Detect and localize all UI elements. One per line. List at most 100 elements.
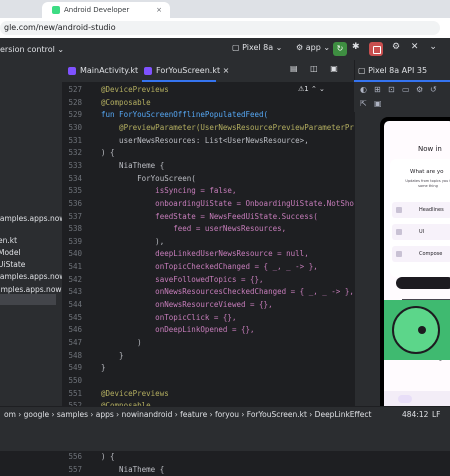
tab-label: ForYouScreen.kt	[156, 66, 220, 75]
code-line[interactable]: feedState = NewsFeedUiState.Success(	[101, 211, 318, 224]
line-number: 537	[35, 211, 82, 224]
code-line[interactable]: NiaTheme {	[101, 464, 164, 476]
url-field[interactable]: gle.com/new/android-studio	[0, 21, 440, 35]
stop-icon	[373, 46, 381, 54]
code-line[interactable]: @DevicePreviews	[101, 84, 169, 97]
code-line[interactable]: onTopicCheckedChanged = { _, _ -> },	[101, 261, 318, 274]
line-number: 551	[35, 388, 82, 401]
code-line[interactable]: saveFollowedTopics = {},	[101, 274, 264, 287]
line-number: 534	[35, 173, 82, 186]
android-logo-icon	[52, 6, 60, 14]
ide-toolbar: ersion control ⌄ ▢ Pixel 8a ⌄ ⚙ app ⌄ ↻ …	[0, 38, 450, 61]
line-number: 533	[35, 160, 82, 173]
toolbar-icons[interactable]: ⚙ ✕ ⌄	[392, 42, 441, 52]
browser-tab-title: Android Developer	[64, 2, 129, 18]
code-line[interactable]: onNewsResourcesCheckedChanged = { _, _ -…	[101, 286, 354, 299]
topic-chip[interactable]: UI	[392, 224, 450, 240]
inspection-hints[interactable]: ⚠1 ⌃ ⌄	[298, 85, 325, 93]
apply-changes-icon[interactable]: ↻	[333, 42, 347, 56]
line-number: 541	[35, 261, 82, 274]
code-line[interactable]: onboardingUiState = OnboardingUiState.No…	[101, 198, 367, 211]
topic-icon	[396, 207, 402, 213]
tab-label: MainActivity.kt	[80, 66, 138, 75]
version-control-menu[interactable]: ersion control ⌄	[0, 45, 64, 54]
code-line[interactable]: }	[101, 362, 106, 375]
browser-tab-bar: Android Developer ×	[0, 0, 450, 18]
code-line[interactable]: ) {	[101, 147, 115, 160]
toolbar-icon[interactable]: ▭	[402, 85, 410, 94]
tab-running-device[interactable]: ▢ Pixel 8a API 35	[358, 60, 438, 82]
tab-foryouscreen[interactable]: ForYouScreen.kt ×	[144, 60, 229, 82]
line-number: 542	[35, 274, 82, 287]
close-tab-icon[interactable]: ×	[156, 2, 162, 18]
code-line[interactable]: ),	[101, 236, 164, 249]
line-number: 550	[35, 375, 82, 388]
device-selector[interactable]: ▢ Pixel 8a ⌄	[232, 43, 282, 52]
code-line[interactable]: )	[101, 337, 142, 350]
debug-icon[interactable]: ✱	[352, 42, 360, 52]
toolbar-icon[interactable]: ⊞	[374, 85, 381, 94]
line-number: 548	[35, 350, 82, 363]
project-tree-item-selected[interactable]: en.kt	[0, 235, 17, 246]
code-line[interactable]: NiaTheme {	[101, 160, 164, 173]
line-number: 540	[35, 248, 82, 261]
project-tree-item[interactable]: Model	[0, 247, 21, 258]
line-number: 539	[35, 236, 82, 249]
project-tree-item[interactable]: UiState	[0, 259, 25, 270]
caret-position[interactable]: 484:12	[402, 410, 428, 419]
url-text: gle.com/new/android-studio	[4, 21, 116, 35]
line-number: 536	[35, 198, 82, 211]
topic-icon	[396, 251, 402, 257]
code-line[interactable]: @Composable	[101, 97, 151, 110]
line-number: 543	[35, 286, 82, 299]
code-line[interactable]: }	[101, 350, 124, 363]
news-illustration	[384, 300, 450, 360]
editor-view-mode-icons[interactable]: ▤ ◫ ▣	[290, 64, 343, 73]
code-line[interactable]: isSyncing = false,	[101, 185, 236, 198]
code-line[interactable]: onNewsResourceViewed = {},	[101, 299, 273, 312]
toolbar-icon[interactable]: ⚙	[416, 85, 423, 94]
code-line[interactable]: feed = userNewsResources,	[101, 223, 286, 236]
line-number: 529	[35, 109, 82, 122]
stop-button[interactable]	[369, 42, 383, 56]
line-number: 538	[35, 223, 82, 236]
kotlin-file-icon	[144, 67, 152, 75]
code-line[interactable]: onDeepLinkOpened = {},	[101, 324, 255, 337]
code-line[interactable]: ForYouScreen(	[101, 173, 196, 186]
toolbar-icon[interactable]: ◐	[360, 85, 367, 94]
code-line[interactable]: @DevicePreviews	[101, 388, 169, 401]
toolbar-icon[interactable]: ⊡	[388, 85, 395, 94]
code-line[interactable]: onTopicClick = {},	[101, 312, 236, 325]
code-line[interactable]: ) {	[101, 451, 115, 464]
device-toolbar: ◐ ⊞ ⊡ ▭ ⚙ ↺ ⇱ ▣	[354, 82, 450, 112]
line-number: 530	[35, 122, 82, 135]
line-number: 546	[35, 324, 82, 337]
toolbar-icon[interactable]: ↺	[430, 85, 437, 94]
line-number: 547	[35, 337, 82, 350]
line-number: 549	[35, 362, 82, 375]
code-line[interactable]: @PreviewParameter(UserNewsResourcePrevie…	[101, 122, 381, 135]
tab-mainactivity[interactable]: MainActivity.kt	[68, 60, 138, 82]
onboarding-title: What are yo	[410, 169, 443, 175]
toolbar-icon[interactable]: ▣	[374, 99, 382, 108]
toolbar-icon[interactable]: ⇱	[360, 99, 367, 108]
line-number: 532	[35, 147, 82, 160]
line-separator[interactable]: LF	[432, 410, 441, 419]
topic-icon	[396, 229, 402, 235]
browser-tab[interactable]: Android Developer ×	[42, 2, 170, 18]
breadcrumb[interactable]: om › google › samples › apps › nowinandr…	[4, 410, 371, 419]
code-line[interactable]: deepLinkedUserNewsResource = null,	[101, 248, 309, 261]
topic-chip[interactable]: Headlines	[392, 202, 450, 218]
phone-screen[interactable]: Now in What are yo Updates from topics y…	[384, 121, 450, 421]
watch-face	[418, 326, 426, 334]
topic-chip[interactable]: Compose	[392, 246, 450, 262]
code-line[interactable]: userNewsResources: List<UserNewsResource…	[101, 135, 309, 148]
run-config-selector[interactable]: ⚙ app ⌄	[296, 43, 330, 52]
done-button[interactable]	[396, 277, 450, 289]
address-bar: gle.com/new/android-studio	[0, 18, 450, 39]
code-line[interactable]: fun ForYouScreenOfflinePopulatedFeed(	[101, 109, 268, 122]
for-you-icon[interactable]	[398, 395, 412, 403]
app-title: Now in	[418, 145, 442, 153]
close-tab-icon[interactable]: ×	[223, 66, 230, 75]
watch-illustration	[392, 306, 440, 354]
